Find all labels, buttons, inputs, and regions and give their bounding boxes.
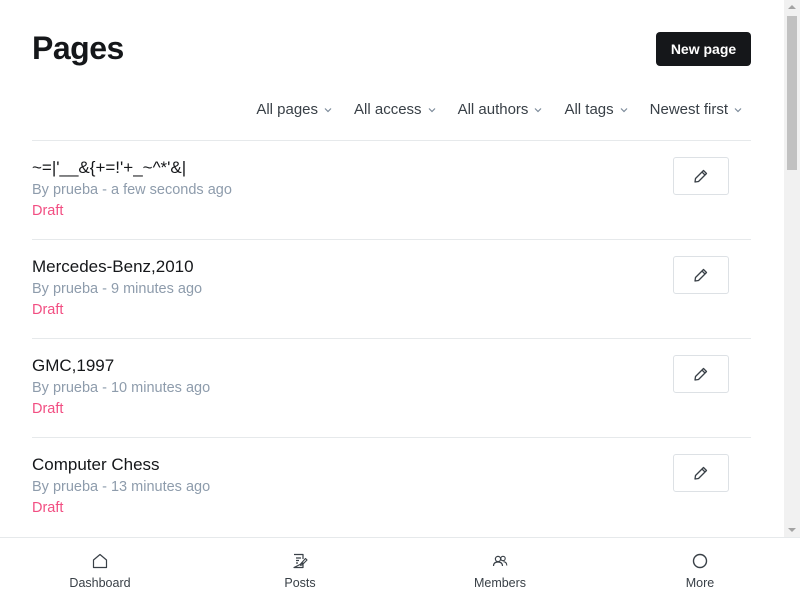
pencil-icon [694,169,708,183]
status-badge: Draft [32,302,64,318]
page-item-title[interactable]: Computer Chess [32,455,160,475]
page-item-meta: By prueba - 10 minutes ago [32,380,211,396]
page-item-meta: By prueba - a few seconds ago [32,182,232,198]
list-item[interactable]: Computer Chess By prueba - 13 minutes ag… [32,437,751,536]
filter-order-dropdown[interactable]: Newest first [650,101,742,118]
page-item-title[interactable]: Mercedes-Benz,2010 [32,257,194,277]
chevron-down-icon [734,107,742,112]
scroll-up-arrow-icon[interactable] [788,5,796,9]
filter-tag-dropdown[interactable]: All tags [564,101,628,118]
nav-item-more[interactable]: More [600,538,800,600]
pencil-icon [694,466,708,480]
vertical-scrollbar[interactable] [784,0,800,537]
filter-label: All pages [256,101,319,118]
list-item[interactable]: Mercedes-Benz,2010 By prueba - 9 minutes… [32,239,751,338]
filter-author-dropdown[interactable]: All authors [458,101,543,118]
chevron-down-icon [620,107,628,112]
nav-item-posts[interactable]: Posts [200,538,400,600]
filter-label: All access [354,101,422,118]
bottom-nav: Dashboard Posts Members More [0,537,800,600]
nav-item-label: Posts [284,576,316,590]
pencil-icon [694,367,708,381]
nav-item-dashboard[interactable]: Dashboard [0,538,200,600]
edit-button[interactable] [673,454,729,492]
nav-item-members[interactable]: Members [400,538,600,600]
filter-access-dropdown[interactable]: All access [354,101,436,118]
edit-button[interactable] [673,256,729,294]
page-item-title[interactable]: ~=|'__&{+=!'+_~^*'&| [32,158,186,178]
edit-button[interactable] [673,157,729,195]
posts-icon [293,553,308,569]
nav-item-label: Dashboard [69,576,131,590]
status-badge: Draft [32,203,64,219]
filter-label: All tags [564,101,614,118]
page-item-meta: By prueba - 13 minutes ago [32,479,211,495]
page-title: Pages [32,30,124,66]
page-item-title[interactable]: GMC,1997 [32,356,114,376]
filter-label: Newest first [649,101,728,118]
chevron-down-icon [324,107,332,112]
filter-bar: All pages All access All authors All tag… [234,101,742,118]
chevron-down-icon [428,107,435,112]
nav-item-label: Members [473,576,527,590]
status-badge: Draft [32,500,64,516]
filter-label: All authors [457,101,529,118]
chevron-down-icon [535,107,542,112]
list-item[interactable]: ~=|'__&{+=!'+_~^*'&| By prueba - a few s… [32,140,751,239]
nav-item-label: More [685,576,715,590]
members-icon [492,555,508,567]
page-item-meta: By prueba - 9 minutes ago [32,281,203,297]
circle-icon [692,553,708,569]
edit-button[interactable] [673,355,729,393]
pencil-icon [694,268,708,282]
scroll-down-arrow-icon[interactable] [788,528,796,532]
scrollbar-thumb[interactable] [787,16,797,170]
home-icon [92,553,108,569]
list-item[interactable]: GMC,1997 By prueba - 10 minutes ago Draf… [32,338,751,437]
new-page-button[interactable]: New page [656,32,751,66]
pages-list: ~=|'__&{+=!'+_~^*'&| By prueba - a few s… [32,140,751,536]
filter-type-dropdown[interactable]: All pages [256,101,332,118]
status-badge: Draft [32,401,64,417]
main-content: Pages New page All pages All access All … [0,0,784,537]
